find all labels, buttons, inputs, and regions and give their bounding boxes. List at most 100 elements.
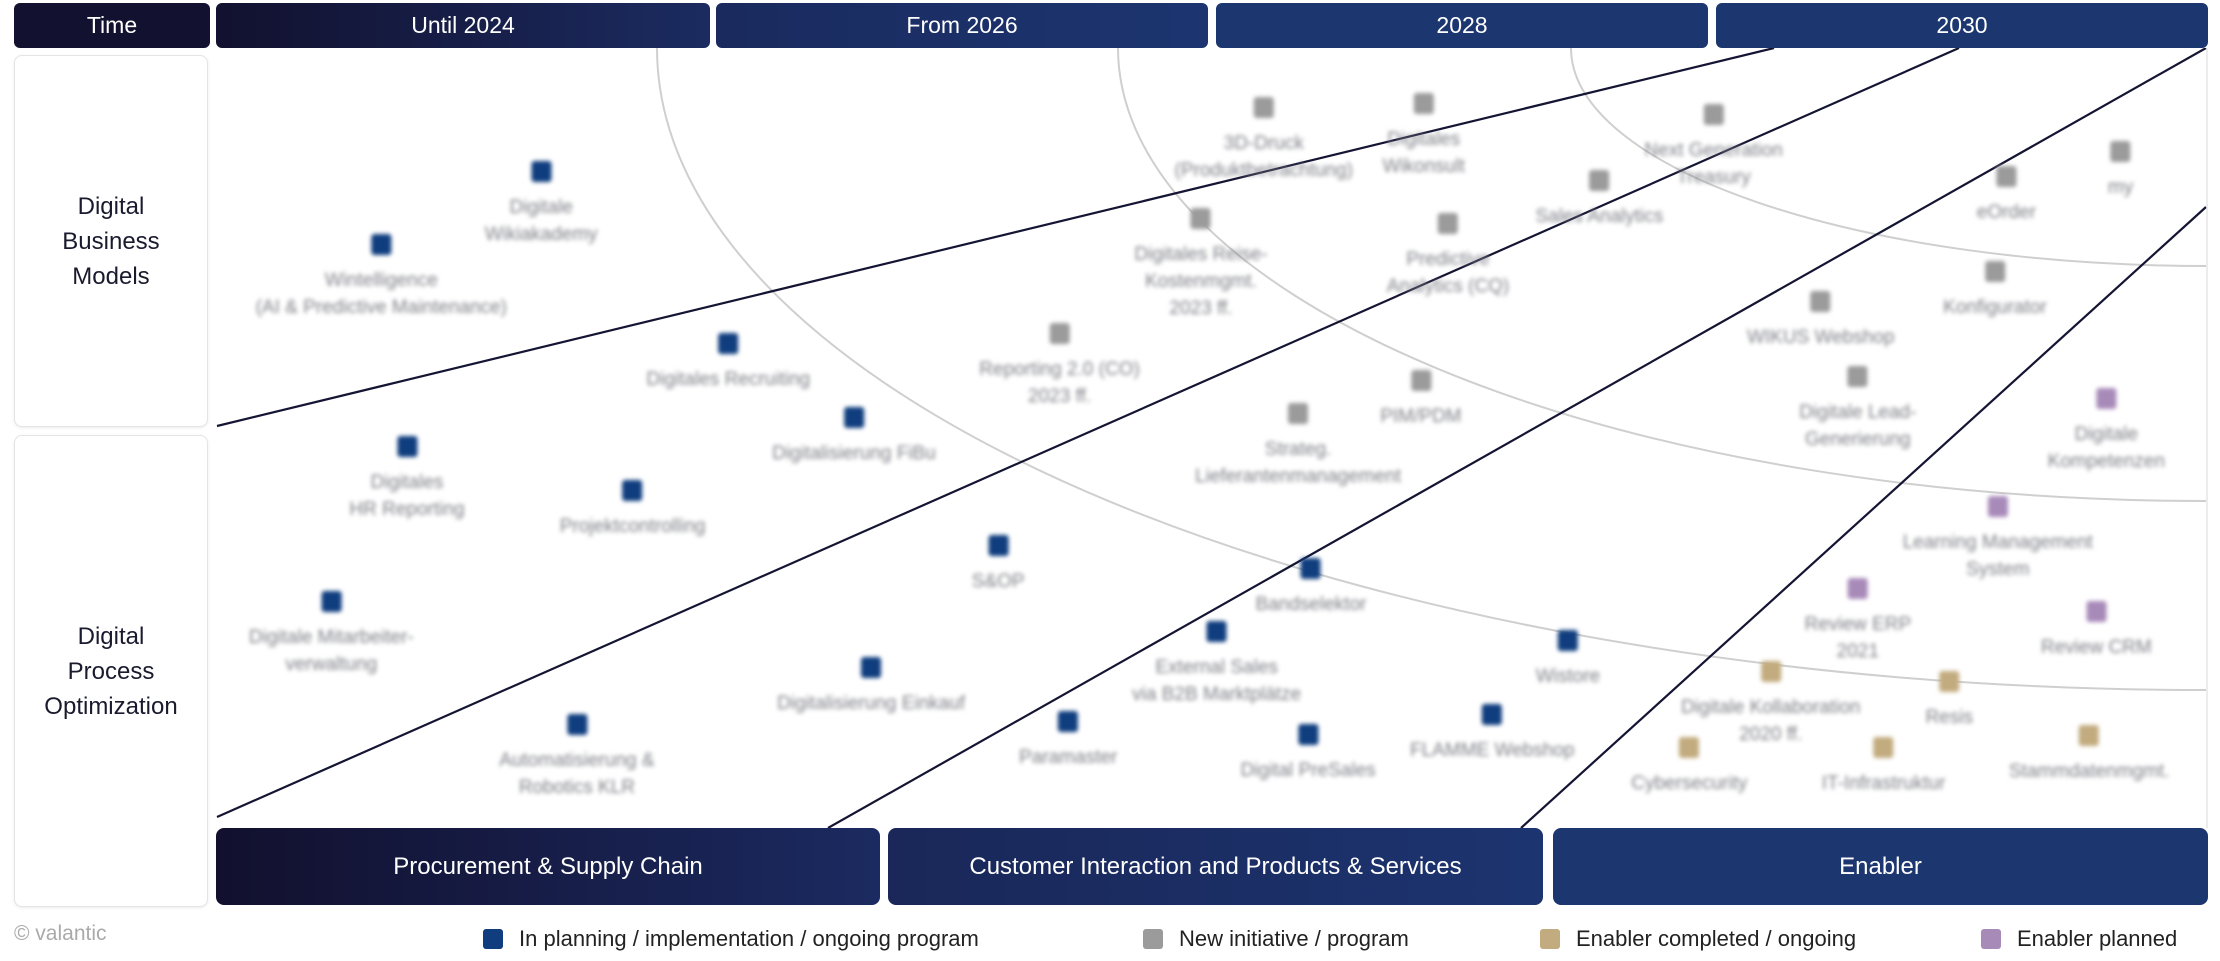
legend-label: Enabler completed / ongoing (1576, 926, 1857, 951)
status-marker-new (1049, 322, 1070, 344)
roadmap-item: Konfigurator (1943, 261, 2047, 321)
item-label: Digitalisierung FiBu (772, 442, 936, 464)
status-marker-planning (988, 535, 1009, 557)
item-label: Digitale Mitarbeiter- (248, 627, 414, 649)
roadmap-item: Digitale Kompetenzen (2048, 388, 2165, 475)
roadmap-item: Bandselektor (1255, 558, 1366, 618)
status-marker-enabler_planned (2086, 601, 2107, 623)
item-label: Automatisierung & (499, 749, 655, 771)
area-customer-interaction: Customer Interaction and Products & Serv… (888, 828, 1543, 905)
time-header: Time (14, 3, 210, 48)
status-marker-enabler_planned (2096, 388, 2117, 410)
item-label: Wintelligence (324, 270, 438, 292)
item-label: Review ERP (1804, 614, 1912, 636)
status-marker-planning (622, 479, 643, 501)
roadmap-item: Digitales Wikonsult (1382, 92, 1465, 180)
item-label: Digitales (370, 471, 444, 493)
roadmap-item: IT-Infrastruktur (1822, 736, 1945, 797)
roadmap-item: Learning Management System (1903, 495, 2093, 583)
item-label: WIKUS Webshop (1746, 327, 1895, 349)
roadmap-item: PIM/PDM (1380, 369, 1462, 430)
status-marker-planning (531, 161, 552, 183)
legend-label: In planning / implementation / ongoing p… (519, 926, 979, 951)
status-marker-new (1288, 402, 1309, 424)
legend-swatch-enabler-done (1540, 929, 1560, 949)
roadmap-item: Digitales HR Reporting (349, 435, 465, 523)
item-label: 3D-Druck (1223, 133, 1304, 155)
status-marker-planning (1298, 723, 1319, 745)
roadmap-item: Digitales Reise- Kostenmgmt. 2023 ff. (1134, 208, 1267, 322)
roadmap-item: Predictive Analytics (CQ) (1386, 212, 1510, 300)
status-marker-planning (1300, 558, 1321, 580)
roadmap-item: Resis (1925, 671, 1973, 731)
item-label: Digitale (2074, 424, 2138, 446)
roadmap-item: 3D-Druck (Produktbetrachtung) (1174, 97, 1354, 184)
roadmap-item: Cybersecurity (1631, 736, 1747, 797)
legend-enabler-planned: Enabler planned (1981, 926, 2177, 952)
roadmap-item: Digitalisierung FiBu (772, 406, 936, 467)
item-label: System (1966, 558, 2030, 580)
item-label: FLAMME Webshop (1410, 740, 1575, 761)
legend-enabler-done: Enabler completed / ongoing (1540, 926, 1856, 952)
item-label: 2023 ff. (1169, 298, 1233, 320)
roadmap-item: FLAMME Webshop (1410, 704, 1574, 764)
roadmap-item: Digitalisierung Einkauf (777, 656, 965, 717)
status-marker-planning (718, 332, 739, 354)
item-label: Generierung (1805, 428, 1911, 450)
legend-label: New initiative / program (1179, 926, 1409, 951)
item-label: (Produktbetrachtung) (1174, 160, 1354, 182)
roadmap-area: Digitale Wikiakademy Wintelligence (AI & Pr… (216, 48, 2208, 828)
item-label: Analytics (CQ) (1386, 275, 1510, 297)
item-label: Kompetenzen (2047, 451, 2165, 473)
item-label: via B2B Marktplätze (1132, 684, 1302, 706)
legend-label: Enabler planned (2017, 926, 2178, 951)
legend-swatch-enabler-planned (1981, 929, 2001, 949)
item-label: Review CRM (2040, 637, 2152, 659)
item-label: Sales Analytics (1535, 205, 1664, 227)
roadmap-item: Stammdatenmgmt. (2009, 725, 2169, 785)
period-until-2024: Until 2024 (216, 3, 710, 48)
item-label: eOrder (1976, 201, 2036, 223)
item-label: Treasury (1676, 167, 1751, 189)
period-2030: 2030 (1716, 3, 2208, 48)
status-marker-new (1703, 104, 1724, 126)
item-label: Digitales Recruiting (646, 368, 811, 390)
roadmap-item: Strateg. Lieferantenmanagement (1195, 402, 1401, 490)
status-marker-planning (1557, 629, 1578, 651)
item-label: Digitales (1387, 128, 1461, 150)
item-label: Digitale Lead- (1799, 401, 1917, 423)
status-marker-planning (321, 591, 342, 613)
roadmap-item: External Sales via B2B Marktplätze (1132, 621, 1301, 708)
legend-swatch-new (1143, 929, 1163, 949)
status-marker-enabler_done (1760, 661, 1781, 683)
item-label: S&OP (971, 571, 1025, 593)
roadmap-item: my (2108, 141, 2133, 201)
status-marker-enabler_done (1873, 736, 1894, 758)
status-marker-planning (843, 406, 864, 428)
legend-swatch-planning (483, 929, 503, 949)
item-label: Digitales Reise- (1134, 244, 1268, 266)
status-marker-planning (1482, 704, 1503, 725)
status-marker-planning (1206, 621, 1227, 643)
roadmap-item: WIKUS Webshop (1747, 291, 1894, 351)
period-2028: 2028 (1216, 3, 1708, 48)
roadmap-item: Sales Analytics (1535, 169, 1664, 230)
item-label: Wistore (1535, 665, 1601, 687)
item-label: Paramaster (1019, 747, 1118, 769)
item-label: (AI & Predictive Maintenance) (255, 297, 507, 319)
item-label: Kostenmgmt. (1144, 271, 1257, 293)
roadmap-item: Next Generation Treasury (1644, 104, 1783, 191)
roadmap-item: Projektcontrolling (560, 479, 705, 540)
status-marker-enabler_done (1939, 671, 1960, 693)
status-marker-new (2110, 141, 2131, 163)
period-from-2026: From 2026 (716, 3, 1208, 48)
roadmap-item: Automatisierung & Robotics KLR (499, 713, 655, 801)
status-marker-new (1437, 212, 1458, 234)
item-label: PIM/PDM (1380, 405, 1462, 427)
status-marker-enabler_planned (1847, 578, 1868, 600)
status-marker-new (1810, 291, 1831, 313)
copyright: © valantic (14, 922, 107, 945)
item-label: Wikonsult (1382, 155, 1465, 177)
item-label: my (2107, 177, 2134, 199)
roadmap-item: Review CRM (2041, 601, 2152, 661)
